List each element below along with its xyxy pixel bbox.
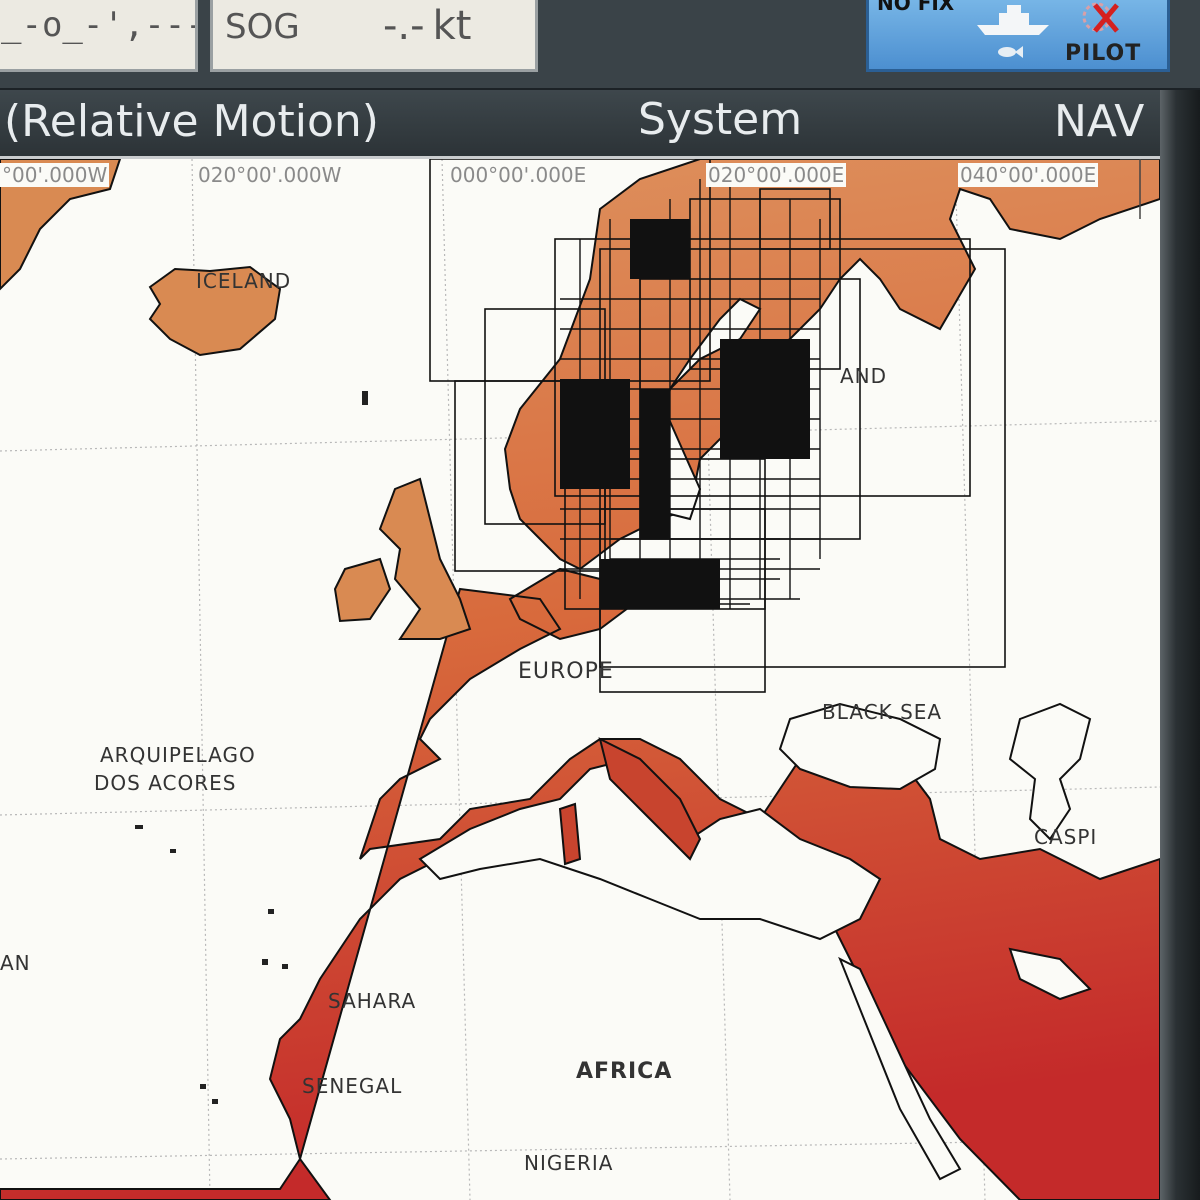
- ireland-land: [333, 557, 392, 623]
- label-caspian: CASPI: [1034, 825, 1098, 849]
- longitude-label: 020°00'.000W: [196, 163, 344, 187]
- label-ocean: AN: [0, 951, 31, 975]
- great-britain-land: [378, 477, 472, 640]
- label-finland: AND: [840, 364, 888, 388]
- motion-mode-title[interactable]: (Relative Motion): [4, 96, 379, 147]
- crosshair-cursor-icon[interactable]: [1120, 159, 1160, 219]
- longitude-label: 040°00'.000E: [958, 163, 1099, 187]
- page-title: System: [638, 94, 803, 145]
- longitude-label: 000°00'.000E: [448, 163, 589, 187]
- status-bar: _-o_-',--- SOG -.- kt NO FIX PILOT: [0, 0, 1200, 88]
- title-bar: (Relative Motion) System NAV: [0, 90, 1175, 159]
- sog-unit: kt: [432, 3, 472, 49]
- sog-readout[interactable]: SOG -.- kt: [210, 0, 538, 72]
- position-value: _-o_-',---: [1, 5, 198, 45]
- pilot-off-icon: [1082, 2, 1119, 33]
- fix-status: NO FIX: [877, 0, 955, 15]
- position-readout[interactable]: _-o_-',---: [0, 0, 198, 72]
- autopilot-button[interactable]: NO FIX PILOT: [866, 0, 1170, 72]
- screen-bezel: [1160, 90, 1200, 1200]
- chart-display[interactable]: °00'.000W 020°00'.000W 000°00'.000E 020°…: [0, 159, 1160, 1200]
- pilot-label: PILOT: [1065, 41, 1142, 66]
- label-azores-2: DOS ACORES: [94, 771, 237, 795]
- label-europe: EUROPE: [518, 659, 614, 684]
- label-sahara: SAHARA: [328, 989, 417, 1013]
- fish-icon: [998, 46, 1023, 58]
- longitude-label: 020°00'.000E: [706, 163, 847, 187]
- label-africa: AFRICA: [576, 1059, 673, 1084]
- longitude-label: °00'.000W: [0, 163, 110, 187]
- sog-value: -.-: [383, 3, 425, 49]
- sog-value-group: -.- kt: [383, 3, 471, 49]
- nav-mode-label[interactable]: NAV: [1054, 96, 1144, 147]
- caspian-sea: [1008, 702, 1092, 841]
- boat-icon: [977, 5, 1049, 35]
- label-senegal: SENEGAL: [302, 1074, 403, 1098]
- label-nigeria: NIGERIA: [524, 1151, 614, 1175]
- label-black-sea: BLACK SEA: [822, 700, 943, 724]
- label-azores-1: ARQUIPELAGO: [100, 743, 256, 767]
- label-iceland: ICELAND: [196, 269, 292, 293]
- sog-label: SOG: [225, 7, 300, 47]
